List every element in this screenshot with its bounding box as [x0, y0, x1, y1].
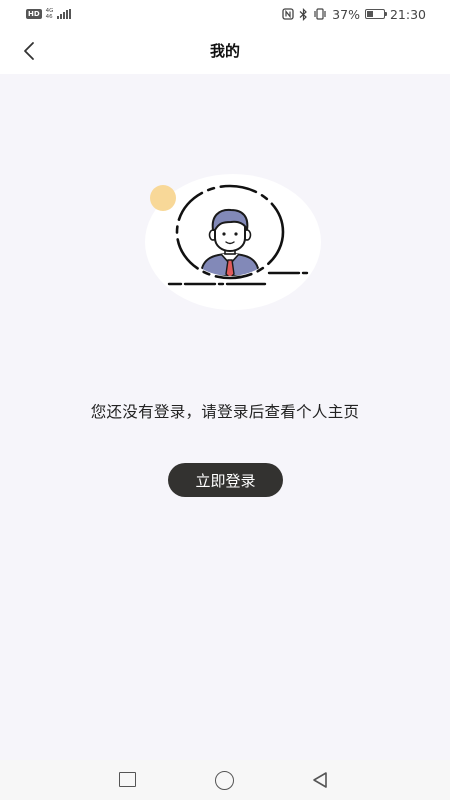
battery-icon: [364, 9, 388, 19]
login-prompt-text: 您还没有登录，请登录后查看个人主页: [90, 403, 360, 421]
clock: 21:30: [389, 6, 426, 22]
accent-dot: [150, 185, 176, 211]
home-icon[interactable]: [215, 771, 234, 790]
chevron-left-icon: [24, 42, 34, 60]
signal-icon: [57, 9, 72, 19]
system-nav-bar: [0, 760, 450, 800]
user-avatar-illustration: [145, 174, 321, 310]
page-title: 我的: [209, 42, 240, 60]
status-left: HD 4G 46: [26, 8, 72, 20]
hd-icon: HD: [26, 9, 42, 19]
app-header: 我的: [0, 28, 450, 74]
back-icon[interactable]: [311, 771, 329, 789]
vibrate-icon: [314, 8, 326, 20]
network-type: 4G 46: [45, 8, 54, 20]
battery-percent: 37%: [332, 6, 360, 22]
battery-level: [366, 11, 373, 17]
login-button[interactable]: 立即登录: [168, 463, 283, 497]
recent-apps-icon[interactable]: [119, 772, 136, 787]
bluetooth-icon: [299, 7, 308, 21]
status-bar: HD 4G 46 37% 21:30: [0, 0, 450, 28]
status-right: 37% 21:30: [282, 7, 426, 22]
back-button[interactable]: [14, 36, 44, 66]
nfc-icon: [282, 8, 294, 20]
